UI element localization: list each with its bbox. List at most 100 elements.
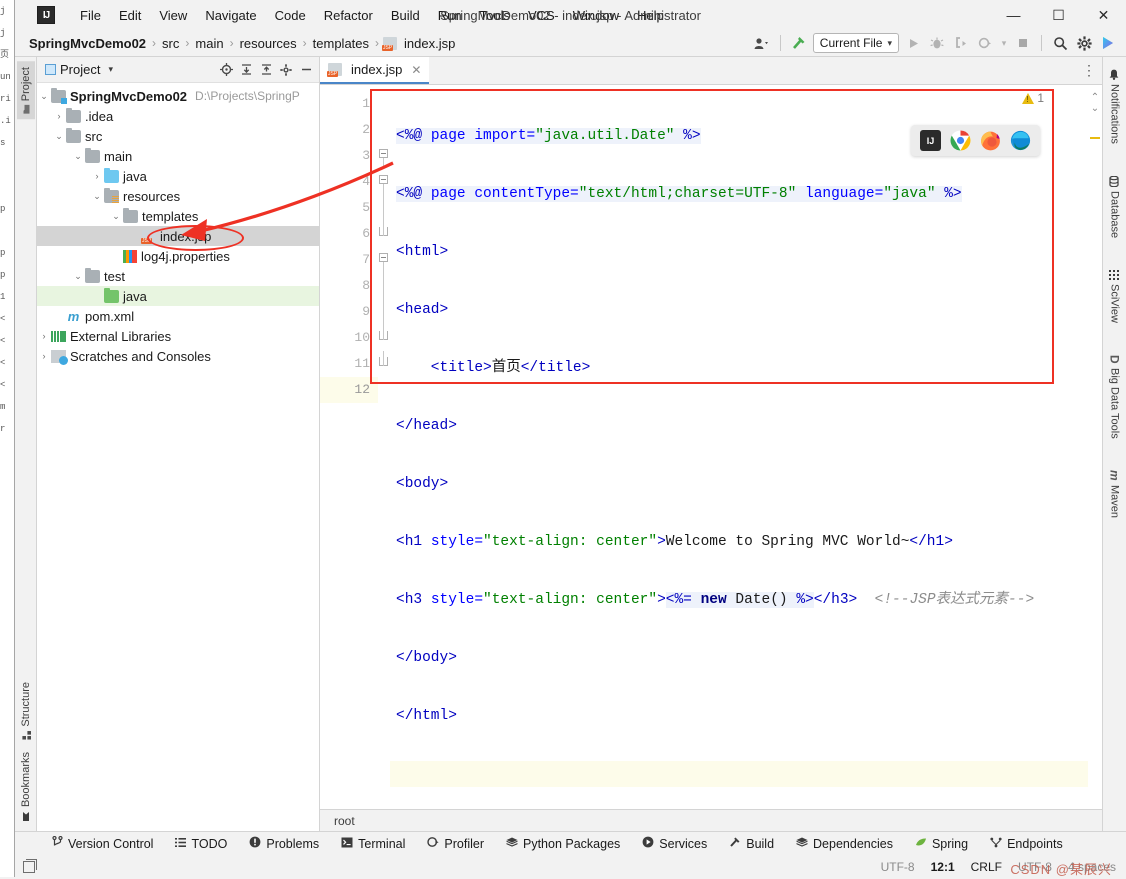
menu-item-window[interactable]: Window xyxy=(564,4,628,27)
settings-gear-icon[interactable] xyxy=(277,61,295,79)
profile-button[interactable] xyxy=(975,33,995,53)
ide-updates-icon[interactable] xyxy=(1098,33,1118,53)
sidebar-item-bookmarks[interactable]: Bookmarks xyxy=(17,746,35,827)
fold-marker-head[interactable] xyxy=(378,169,390,195)
tree-node-resources[interactable]: ⌄ resources xyxy=(37,186,319,206)
chevron-right-icon[interactable]: › xyxy=(52,111,66,121)
tool-button-problems[interactable]: Problems xyxy=(238,834,330,853)
expand-all-icon[interactable] xyxy=(237,61,255,79)
chrome-browser-icon[interactable] xyxy=(950,130,971,151)
fold-marker-html-end[interactable] xyxy=(378,351,390,377)
sidebar-item-sciview[interactable]: SciView xyxy=(1106,264,1124,329)
build-hammer-icon[interactable] xyxy=(789,33,809,53)
sidebar-item-big-data-tools[interactable]: D Big Data Tools xyxy=(1105,349,1125,444)
status-line-separator[interactable]: CRLF xyxy=(971,860,1002,874)
breadcrumb-item-file[interactable]: index.jsp xyxy=(400,34,459,53)
run-with-coverage-button[interactable] xyxy=(951,33,971,53)
tree-node-pom-xml[interactable]: m pom.xml xyxy=(37,306,319,326)
stop-button[interactable] xyxy=(1013,33,1033,53)
chevron-down-icon[interactable]: ▾ xyxy=(108,64,113,75)
tree-node-src[interactable]: ⌄ src xyxy=(37,126,319,146)
chevron-right-icon[interactable]: › xyxy=(37,351,51,361)
menu-item-file[interactable]: File xyxy=(71,4,110,27)
fold-marker-head-end[interactable] xyxy=(378,221,390,247)
chevron-down-icon[interactable]: ⌄ xyxy=(37,91,51,102)
inspection-widget[interactable]: 1 xyxy=(1022,91,1044,105)
tree-node-scratches[interactable]: › Scratches and Consoles xyxy=(37,346,319,366)
sidebar-item-maven[interactable]: m Maven xyxy=(1105,464,1125,524)
stripe-warning-mark[interactable] xyxy=(1090,137,1100,139)
maximize-button[interactable]: ☐ xyxy=(1036,0,1081,30)
tool-button-build[interactable]: Build xyxy=(718,834,785,853)
run-configuration-selector[interactable]: Current File ▾ xyxy=(813,33,899,53)
chevron-down-icon[interactable]: ⌄ xyxy=(90,191,104,202)
menu-item-refactor[interactable]: Refactor xyxy=(315,4,382,27)
menu-item-tools[interactable]: Tools xyxy=(471,4,519,27)
tool-button-services[interactable]: Services xyxy=(631,834,718,853)
tree-node-test[interactable]: ⌄ test xyxy=(37,266,319,286)
menu-item-edit[interactable]: Edit xyxy=(110,4,150,27)
tool-button-python-packages[interactable]: Python Packages xyxy=(495,835,631,853)
tool-button-terminal[interactable]: Terminal xyxy=(330,835,416,853)
breadcrumb-item-project[interactable]: SpringMvcDemo02 xyxy=(25,34,150,53)
menu-item-view[interactable]: View xyxy=(150,4,196,27)
tree-node-main-java[interactable]: › java xyxy=(37,166,319,186)
status-encoding[interactable]: UTF-8 xyxy=(881,860,915,874)
menu-item-build[interactable]: Build xyxy=(382,4,429,27)
debug-button[interactable] xyxy=(927,33,947,53)
edge-browser-icon[interactable] xyxy=(1010,130,1031,151)
tool-button-spring[interactable]: Spring xyxy=(904,835,979,853)
tree-node-module[interactable]: ⌄ SpringMvcDemo02 D:\Projects\SpringP xyxy=(37,86,319,106)
tree-node-external-libraries[interactable]: › External Libraries xyxy=(37,326,319,346)
open-in-browser-popup[interactable]: IJ xyxy=(911,125,1040,156)
close-button[interactable]: ✕ xyxy=(1081,0,1126,30)
tool-button-version-control[interactable]: Version Control xyxy=(41,834,164,853)
profile-chevron-down-icon[interactable]: ▾ xyxy=(999,33,1009,53)
menu-item-code[interactable]: Code xyxy=(266,4,315,27)
chevron-down-icon[interactable]: ⌄ xyxy=(109,211,123,222)
tool-button-todo[interactable]: TODO xyxy=(164,835,238,853)
user-profile-icon[interactable] xyxy=(752,33,772,53)
tree-node-templates[interactable]: ⌄ templates xyxy=(37,206,319,226)
breadcrumb-item-templates[interactable]: templates xyxy=(309,34,373,53)
fold-marker-body-end[interactable] xyxy=(378,325,390,351)
status-caret-position[interactable]: 12:1 xyxy=(931,860,955,874)
collapse-all-icon[interactable] xyxy=(257,61,275,79)
tool-button-endpoints[interactable]: Endpoints xyxy=(979,835,1074,853)
error-stripe-scrollbar[interactable]: ⌃ ⌄ xyxy=(1088,85,1102,809)
chevron-down-icon[interactable]: ⌄ xyxy=(52,131,66,142)
select-opened-file-icon[interactable] xyxy=(217,61,235,79)
stripe-navigation[interactable]: ⌃ ⌄ xyxy=(1088,85,1102,115)
sidebar-item-notifications[interactable]: Notifications xyxy=(1106,63,1124,150)
breadcrumb-item-main[interactable]: main xyxy=(191,34,227,53)
firefox-browser-icon[interactable] xyxy=(980,130,1001,151)
menu-item-vcs[interactable]: VCS xyxy=(519,4,564,27)
more-options-icon[interactable]: ⋮ xyxy=(1082,62,1096,79)
tree-node-main[interactable]: ⌄ main xyxy=(37,146,319,166)
run-button[interactable] xyxy=(903,33,923,53)
code-content[interactable]: <%@ page import="java.util.Date" %> <%@ … xyxy=(390,85,1088,809)
chevron-right-icon[interactable]: › xyxy=(90,171,104,181)
next-problem-icon[interactable]: ⌄ xyxy=(1091,102,1099,115)
tree-node-idea[interactable]: › .idea xyxy=(37,106,319,126)
intellij-browser-icon[interactable]: IJ xyxy=(920,130,941,151)
layout-icon[interactable] xyxy=(23,861,35,873)
code-folding-gutter[interactable] xyxy=(378,85,390,809)
close-icon[interactable]: ✕ xyxy=(411,63,421,77)
minimize-button[interactable]: — xyxy=(991,0,1036,30)
tool-button-dependencies[interactable]: Dependencies xyxy=(785,835,904,853)
sidebar-item-project[interactable]: Project xyxy=(17,61,35,119)
search-everywhere-icon[interactable] xyxy=(1050,33,1070,53)
tool-button-profiler[interactable]: Profiler xyxy=(416,834,495,853)
fold-marker-html[interactable] xyxy=(378,143,390,169)
tree-node-index-jsp[interactable]: index.jsp xyxy=(37,226,319,246)
sidebar-item-structure[interactable]: Structure xyxy=(17,676,35,746)
fold-marker-body[interactable] xyxy=(378,247,390,273)
editor-tab-index-jsp[interactable]: index.jsp ✕ xyxy=(320,57,429,84)
menu-item-help[interactable]: Help xyxy=(628,4,673,27)
menu-item-navigate[interactable]: Navigate xyxy=(196,4,265,27)
editor-breadcrumb-root[interactable]: root xyxy=(334,814,355,828)
menu-item-run[interactable]: Run xyxy=(429,4,471,27)
code-editor[interactable]: 1 2 3 4 5 6 7 8 9 10 11 12 xyxy=(320,85,1102,809)
settings-gear-icon[interactable] xyxy=(1074,33,1094,53)
